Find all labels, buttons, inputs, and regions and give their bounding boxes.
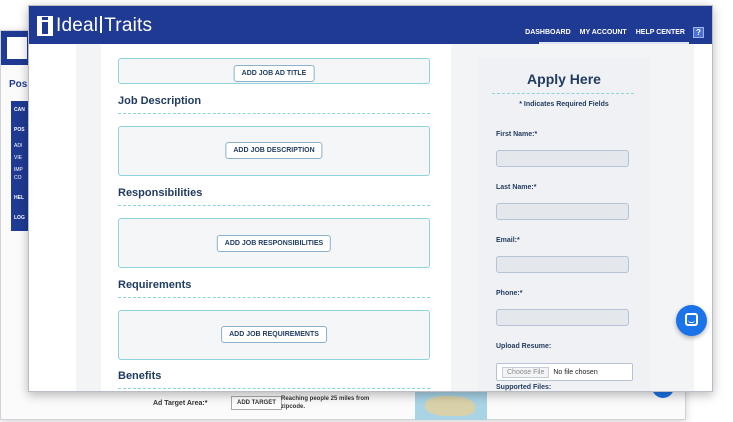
logo-text: Ideal Traits: [56, 15, 152, 37]
add-job-ad-title-button[interactable]: ADD JOB AD TITLE: [233, 65, 315, 82]
resume-file-input[interactable]: Choose File No file chosen: [496, 363, 633, 381]
logo-mark-icon: [37, 16, 53, 36]
phone-label: Phone:*: [496, 290, 523, 297]
nav-my-account[interactable]: MY ACCOUNT: [580, 29, 627, 36]
logo[interactable]: Ideal Traits: [37, 15, 152, 37]
supported-files-label: Supported Files:: [496, 384, 552, 391]
section-divider: [118, 113, 430, 114]
add-job-description-button[interactable]: ADD JOB DESCRIPTION: [225, 142, 323, 159]
apply-divider: [492, 93, 634, 94]
map-landmass: [425, 396, 475, 416]
section-title-requirements: Requirements: [118, 279, 192, 291]
background-logo-icon: [7, 37, 27, 59]
front-window: Ideal Traits DASHBOARD MY ACCOUNT HELP CE…: [28, 5, 713, 392]
background-sidebar-item[interactable]: ADI: [14, 143, 22, 149]
nav-help-center[interactable]: HELP CENTER: [636, 29, 685, 36]
email-input[interactable]: [496, 256, 629, 273]
background-sidebar-item[interactable]: CO: [14, 175, 22, 181]
file-status: No file chosen: [553, 368, 598, 376]
logo-text-right: Traits: [104, 15, 153, 36]
page-panel: ADD JOB AD TITLE Job Description ADD JOB…: [76, 44, 694, 391]
apply-title: Apply Here: [527, 71, 601, 87]
add-job-responsibilities-button[interactable]: ADD JOB RESPONSIBILITIES: [216, 235, 332, 252]
requirements-box: ADD JOB REQUIREMENTS: [118, 310, 430, 360]
help-icon[interactable]: ?: [693, 27, 704, 38]
first-name-label: First Name:*: [496, 131, 538, 138]
nav-dashboard[interactable]: DASHBOARD: [525, 29, 571, 36]
background-sidebar-item[interactable]: CAN: [14, 107, 25, 113]
phone-input[interactable]: [496, 309, 629, 326]
add-target-button[interactable]: ADD TARGET: [231, 396, 282, 410]
section-title-responsibilities: Responsibilities: [118, 187, 203, 199]
job-ad-editor: ADD JOB AD TITLE Job Description ADD JOB…: [101, 44, 451, 391]
responsibilities-box: ADD JOB RESPONSIBILITIES: [118, 218, 430, 268]
background-target-row: Ad Target Area:* ADD TARGET Reaching peo…: [81, 391, 601, 421]
background-sidebar-item[interactable]: LOG: [14, 215, 25, 221]
background-map[interactable]: [415, 392, 487, 420]
background-sidebar-item[interactable]: VIE: [14, 155, 22, 161]
upload-resume-label: Upload Resume:: [496, 343, 552, 350]
first-name-input[interactable]: [496, 150, 629, 167]
target-note: Reaching people 25 miles from zipcode.: [281, 396, 370, 410]
background-sidebar-item[interactable]: IMP: [14, 167, 23, 173]
section-title-job-description: Job Description: [118, 95, 202, 107]
job-description-box: ADD JOB DESCRIPTION: [118, 126, 430, 176]
ad-target-label: Ad Target Area:*: [153, 400, 208, 407]
section-divider: [118, 388, 430, 389]
section-divider: [118, 205, 430, 206]
section-title-benefits: Benefits: [118, 370, 162, 382]
last-name-label: Last Name:*: [496, 184, 537, 191]
site-header: Ideal Traits DASHBOARD MY ACCOUNT HELP CE…: [29, 6, 712, 44]
add-job-requirements-button[interactable]: ADD JOB REQUIREMENTS: [221, 326, 327, 343]
required-fields-note: * Indicates Required Fields: [519, 101, 609, 108]
apply-form: Apply Here * Indicates Required Fields F…: [478, 58, 650, 391]
choose-file-button[interactable]: Choose File: [502, 366, 550, 378]
logo-divider: [100, 16, 103, 33]
email-label: Email:*: [496, 237, 520, 244]
logo-text-left: Ideal: [56, 15, 99, 36]
content-area: ADD JOB AD TITLE Job Description ADD JOB…: [29, 44, 712, 391]
job-ad-title-box: ADD JOB AD TITLE: [118, 58, 430, 84]
chat-icon[interactable]: [676, 305, 707, 336]
top-nav: DASHBOARD MY ACCOUNT HELP CENTER ?: [516, 27, 704, 38]
last-name-input[interactable]: [496, 203, 629, 220]
background-sidebar-item[interactable]: HEL: [14, 195, 24, 201]
background-sidebar-item[interactable]: POS: [14, 127, 25, 133]
background-sidebar-heading: Pos: [9, 79, 28, 90]
section-divider: [118, 297, 430, 298]
